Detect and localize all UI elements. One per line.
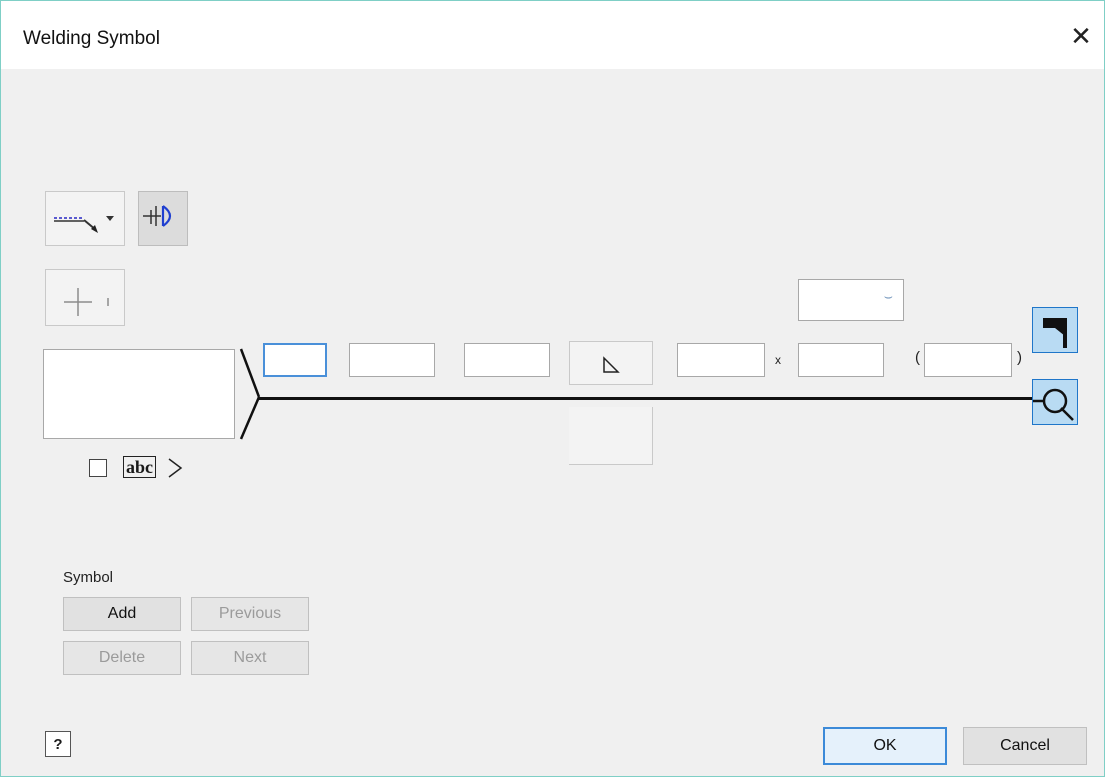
- depth-dimension-input[interactable]: [464, 343, 550, 377]
- leader-arrow-dropdown[interactable]: [45, 191, 125, 246]
- dialog-title: Welding Symbol: [23, 28, 160, 49]
- tail-arrow-icon: [168, 458, 183, 478]
- field-weld-flag-icon: [1043, 318, 1067, 348]
- identification-line-icon: [143, 205, 172, 227]
- arrow-side-icon: [64, 288, 109, 316]
- length-dimension-input[interactable]: [677, 343, 765, 377]
- prefix-dimension-input[interactable]: [263, 343, 327, 377]
- count-dimension-input[interactable]: [924, 343, 1012, 377]
- arrow-side-options-dropdown[interactable]: [45, 269, 125, 326]
- contour-dropdown[interactable]: ⌣: [798, 279, 904, 321]
- identification-line-toggle[interactable]: [138, 191, 188, 246]
- tail-note-input[interactable]: [43, 349, 235, 439]
- pitch-dimension-input[interactable]: [798, 343, 884, 377]
- tail-abc-label: abc: [123, 456, 156, 478]
- close-icon: ✕: [1070, 20, 1092, 51]
- field-weld-button[interactable]: [1032, 307, 1078, 353]
- symbol-group-label: Symbol: [63, 569, 114, 586]
- symbol-add-button[interactable]: Add: [63, 597, 181, 631]
- symbol-next-button[interactable]: Next: [191, 641, 309, 675]
- help-icon: ?: [53, 735, 63, 753]
- size-dimension-input[interactable]: [349, 343, 435, 377]
- leader-arrow-icon: [54, 216, 114, 233]
- fillet-weld-icon: [603, 356, 620, 373]
- help-button[interactable]: ?: [45, 731, 71, 757]
- weld-symbol-button-arrow-side[interactable]: [569, 341, 653, 385]
- title-bar: Welding Symbol ✕: [1, 1, 1104, 69]
- dimension-separator: x: [775, 353, 781, 367]
- all-around-circle-icon: [1033, 388, 1074, 421]
- close-button[interactable]: ✕: [1066, 21, 1096, 51]
- paren-close: ): [1017, 349, 1022, 366]
- symbol-previous-button[interactable]: Previous: [191, 597, 309, 631]
- tail-text-checkbox[interactable]: [89, 459, 107, 477]
- paren-open: (: [915, 349, 920, 366]
- tail-abc-indicator: abc: [123, 456, 183, 478]
- ok-button[interactable]: OK: [823, 727, 947, 765]
- cancel-button[interactable]: Cancel: [963, 727, 1087, 765]
- weld-symbol-button-other-side[interactable]: [569, 407, 653, 465]
- symbol-delete-button[interactable]: Delete: [63, 641, 181, 675]
- welding-symbol-dialog: Welding Symbol ✕ x () ⌣ abc Symbol Add …: [0, 0, 1105, 777]
- weld-all-around-button[interactable]: [1032, 379, 1078, 425]
- chevron-down-icon: ⌣: [883, 288, 893, 304]
- reference-line: [259, 397, 1039, 400]
